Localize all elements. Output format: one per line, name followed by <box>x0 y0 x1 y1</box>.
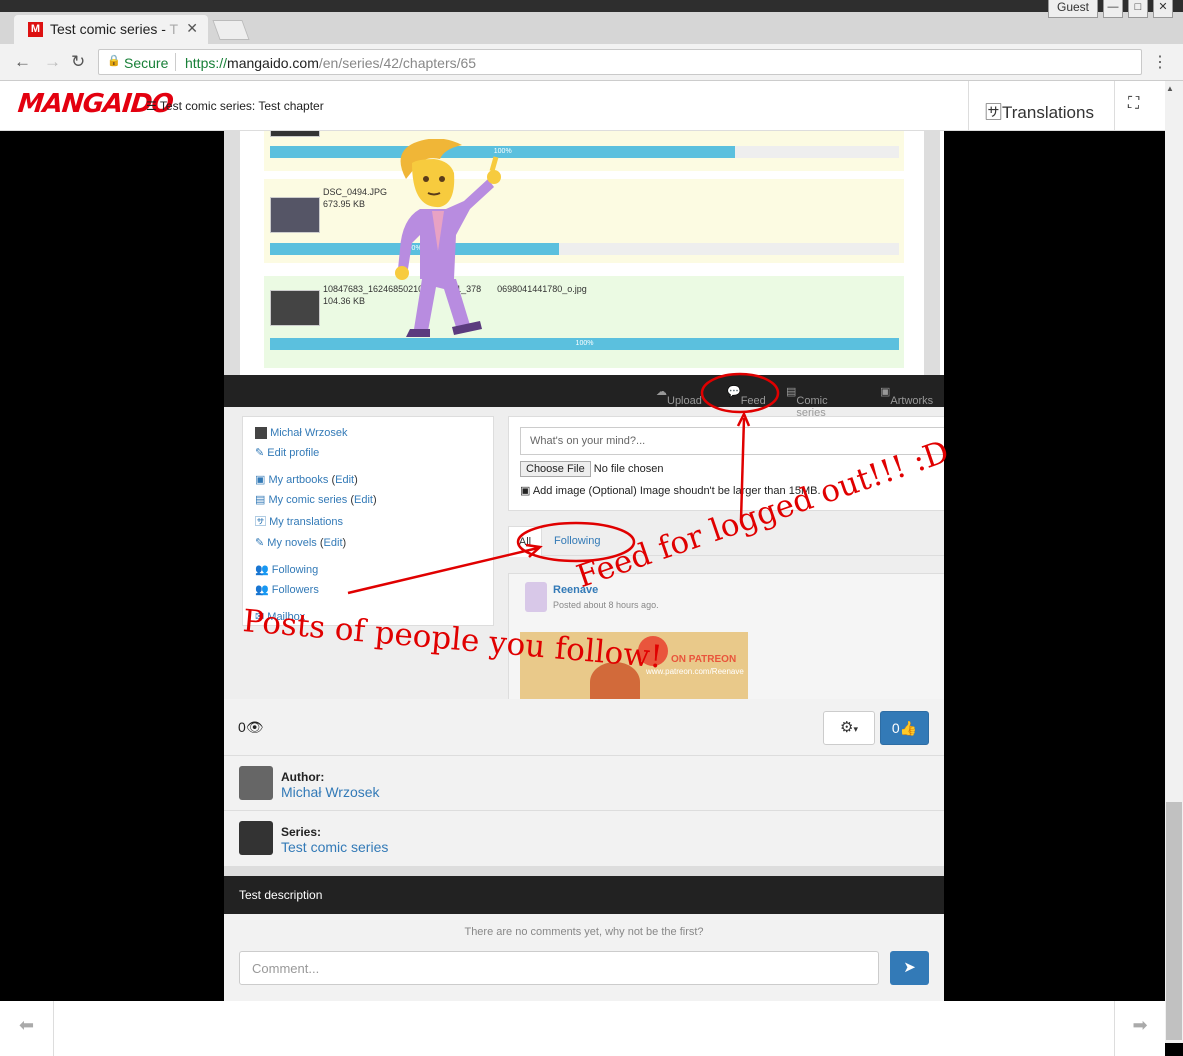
minimize-icon[interactable]: — <box>1103 0 1123 18</box>
paper-plane-icon: ➤ <box>903 959 916 976</box>
upload-progress: 90% <box>270 243 899 255</box>
description-bar: Test description <box>224 876 944 914</box>
gear-icon: ⚙ <box>840 719 854 736</box>
url-text: https://mangaido.com/en/series/42/chapte… <box>185 55 477 71</box>
fullscreen-icon[interactable]: ⛶ <box>1128 95 1139 113</box>
upload-thumbnail <box>270 131 320 137</box>
upload-item: DSC_0494.JPG 673.95 KB 90% <box>264 179 904 263</box>
no-comments-text: There are no comments yet, why not be th… <box>464 926 704 938</box>
previous-page-button[interactable]: ⬅ <box>0 1001 54 1056</box>
author-link[interactable]: Michał Wrzosek <box>281 784 380 800</box>
post-stats-bar: 0👁 ⚙▾ 0👍 <box>224 699 944 756</box>
upload-progress: 100% <box>270 338 899 350</box>
close-window-icon[interactable]: ✕ <box>1153 0 1173 18</box>
page-nav-bar <box>0 1001 1165 1056</box>
feed-highlight-ellipse <box>700 372 780 414</box>
forward-arrow-icon[interactable]: → <box>44 52 61 72</box>
like-button[interactable]: 0👍 <box>880 711 929 745</box>
upload-filesize: 104.36 KB <box>323 296 366 306</box>
close-tab-icon[interactable]: ✕ <box>186 20 198 37</box>
arrow-left-icon: ⬅ <box>18 1015 35 1035</box>
window-title-band <box>0 0 1183 12</box>
next-page-button[interactable]: ➡ <box>1114 1001 1165 1056</box>
series-link[interactable]: Test comic series <box>281 839 388 855</box>
list-icon: ☰ <box>146 99 157 113</box>
author-row: Author: Michał Wrzosek <box>224 756 944 811</box>
upload-progress: 100% <box>270 146 899 158</box>
chapter-description: Test description <box>239 888 323 902</box>
series-row: Series: Test comic series <box>224 811 944 866</box>
upload-item: 10847683_162468502109 1_378 0698041441780_… <box>264 276 904 368</box>
thumbs-up-icon: 👍 <box>899 720 918 736</box>
section-divider <box>224 866 944 876</box>
dancing-man-sticker <box>395 139 501 337</box>
view-count: 0👁 <box>238 719 264 735</box>
series-cover <box>239 821 273 855</box>
series-label: Series: <box>281 825 322 839</box>
translate-icon: 🈂 <box>985 103 1002 122</box>
url-input[interactable]: 🔒 Secure https://mangaido.com/en/series/… <box>98 49 1142 75</box>
panel-border-left <box>224 131 240 376</box>
upload-thumbnail <box>270 197 320 233</box>
browser-tab[interactable]: M Test comic series - T ✕ <box>14 15 208 44</box>
reload-icon[interactable]: ↻ <box>71 52 85 72</box>
upload-thumbnail <box>270 290 320 326</box>
maximize-icon[interactable]: □ <box>1128 0 1148 18</box>
favicon-icon: M <box>28 22 43 37</box>
scrollbar-thumb[interactable] <box>1166 802 1182 1040</box>
translations-button[interactable]: 🈂Translations <box>968 81 1115 131</box>
arrow-right-icon: ➡ <box>1132 1015 1148 1035</box>
panel-border-right <box>924 131 940 376</box>
breadcrumb: ☰ Test comic series: Test chapter <box>146 99 324 113</box>
following-arrow <box>347 546 539 595</box>
browser-menu-icon[interactable]: ⋮ <box>1152 52 1168 72</box>
scroll-up-icon[interactable]: ▲ <box>1166 84 1174 93</box>
send-comment-button[interactable]: ➤ <box>890 951 929 985</box>
site-header: MANGAIDO ☰ Test comic series: Test chapt… <box>0 81 1165 131</box>
eye-icon: 👁 <box>245 719 264 735</box>
omnibox-divider <box>175 53 176 71</box>
settings-dropdown-button[interactable]: ⚙▾ <box>823 711 875 745</box>
upload-item: 100% <box>264 131 904 171</box>
author-avatar <box>239 766 273 800</box>
caret-down-icon: ▾ <box>853 724 858 734</box>
upload-filesize: 673.95 KB <box>323 199 366 209</box>
upload-progress-fill: 100% <box>270 338 899 350</box>
tab-title: Test comic series - T <box>50 21 179 37</box>
comment-input[interactable]: Comment... <box>239 951 879 985</box>
back-arrow-icon[interactable]: ← <box>14 52 31 72</box>
upload-filename: DSC_0494.JPG <box>323 187 388 197</box>
secure-label: Secure <box>124 55 169 71</box>
comments-section: There are no comments yet, why not be th… <box>224 914 944 1001</box>
guest-profile-button[interactable]: Guest <box>1048 0 1098 18</box>
lock-icon: 🔒 <box>107 55 121 67</box>
author-label: Author: <box>281 770 325 784</box>
